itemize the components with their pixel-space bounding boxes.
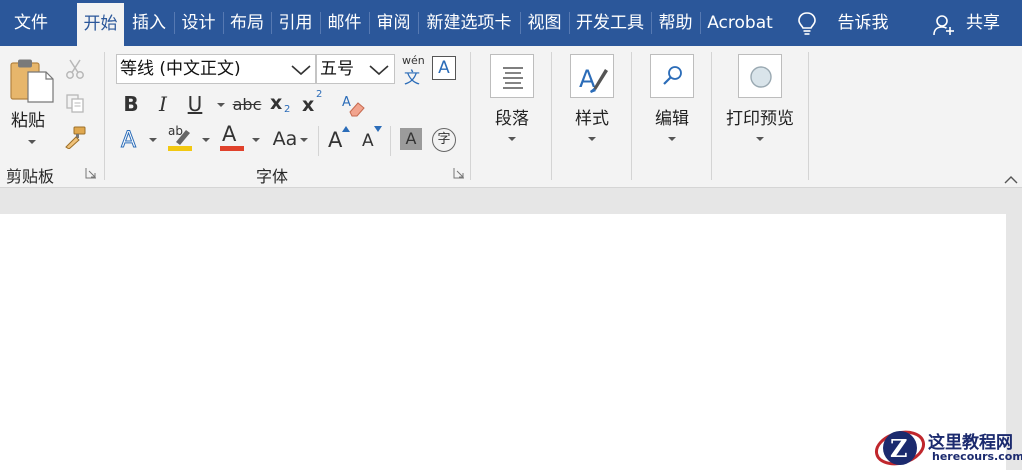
watermark-logo: Z 这里教程网 herecours.com <box>872 424 1022 470</box>
ribbon: 粘贴 剪贴板 等线 (中文正文) 五号 wén 文 A B I U abc x … <box>0 46 1022 188</box>
phonetic-guide-button[interactable]: wén 文 <box>400 54 428 87</box>
clipboard-dialog-launcher-icon[interactable] <box>84 166 98 180</box>
watermark-url: herecours.com <box>932 450 1022 463</box>
grow-font-button[interactable]: A <box>326 126 352 154</box>
tab-mailings[interactable]: 邮件 <box>321 0 368 46</box>
character-border-button[interactable]: A <box>432 56 456 80</box>
lightbulb-icon[interactable] <box>796 11 818 41</box>
copy-icon[interactable] <box>62 90 88 116</box>
share-button[interactable]: 共享 <box>960 0 1006 46</box>
underline-dropdown-arrow[interactable] <box>217 103 225 107</box>
caret-down-icon <box>374 126 382 132</box>
tab-review[interactable]: 审阅 <box>370 0 417 46</box>
group-separator <box>104 52 105 180</box>
tab-acrobat[interactable]: Acrobat <box>701 0 779 46</box>
enclose-characters-button[interactable]: 字 <box>432 128 456 152</box>
grow-font-letter: A <box>328 128 343 152</box>
document-page[interactable] <box>0 214 1006 470</box>
underline-button[interactable]: U <box>182 91 208 117</box>
font-color-dropdown-arrow[interactable] <box>252 138 260 142</box>
svg-text:A: A <box>342 95 351 110</box>
editing-dropdown-arrow[interactable] <box>668 137 676 141</box>
phonetic-char: 文 <box>404 68 421 87</box>
superscript-button[interactable]: x 2 <box>302 89 326 118</box>
styles-button[interactable]: 样式 <box>562 104 622 129</box>
group-separator <box>470 52 471 180</box>
group-separator <box>808 52 809 180</box>
clear-formatting-eraser-icon[interactable]: A <box>340 92 366 118</box>
text-effects-icon[interactable]: A <box>118 126 144 153</box>
svg-text:A: A <box>121 128 136 152</box>
editing-button[interactable]: 编辑 <box>642 104 702 129</box>
highlight-dropdown-arrow[interactable] <box>202 138 210 142</box>
tab-layout[interactable]: 布局 <box>224 0 270 46</box>
tell-me-search[interactable]: 告诉我 <box>830 0 896 46</box>
collapse-ribbon-icon[interactable] <box>1004 170 1018 189</box>
clipboard-group-label: 剪贴板 <box>6 167 55 186</box>
editing-search-icon[interactable] <box>650 54 694 98</box>
font-name-value: 等线 (中文正文) <box>120 59 241 79</box>
subscript-mark: 2 <box>284 104 291 115</box>
caret-up-icon <box>342 126 350 132</box>
tab-view[interactable]: 视图 <box>521 0 568 46</box>
group-separator <box>631 52 632 180</box>
paragraph-button[interactable]: 段落 <box>482 104 542 129</box>
print-preview-icon[interactable] <box>738 54 782 98</box>
font-group-label: 字体 <box>256 167 289 186</box>
tab-help[interactable]: 帮助 <box>652 0 699 46</box>
chevron-down-icon[interactable] <box>290 62 312 81</box>
group-separator <box>711 52 712 180</box>
separator <box>318 126 319 156</box>
document-canvas <box>0 214 1022 470</box>
watermark-letter: Z <box>890 434 908 463</box>
ruler-band <box>0 188 1022 214</box>
italic-button[interactable]: I <box>150 91 176 117</box>
tab-file[interactable]: 文件 <box>0 0 62 46</box>
text-effects-dropdown-arrow[interactable] <box>149 138 157 142</box>
chevron-down-icon[interactable] <box>368 62 390 81</box>
tab-insert[interactable]: 插入 <box>126 0 172 46</box>
watermark-emblem: Z <box>874 430 926 466</box>
font-name-combobox[interactable]: 等线 (中文正文) <box>116 54 316 84</box>
change-case-dropdown-arrow[interactable] <box>300 138 308 142</box>
print-preview-button[interactable]: 打印预览 <box>722 104 798 129</box>
highlighter-pen-icon <box>176 130 190 145</box>
font-color-swatch <box>220 146 244 151</box>
format-painter-icon[interactable] <box>62 124 88 150</box>
change-case-button[interactable]: Aa <box>270 126 300 152</box>
tab-developer[interactable]: 开发工具 <box>570 0 650 46</box>
paste-dropdown-arrow[interactable] <box>28 140 36 144</box>
print-preview-dropdown-arrow[interactable] <box>756 137 764 141</box>
highlight-color-swatch <box>168 146 192 151</box>
tab-home[interactable]: 开始 <box>77 3 124 46</box>
separator <box>390 126 391 156</box>
group-separator <box>551 52 552 180</box>
superscript-base: x <box>302 94 315 116</box>
paste-icon[interactable] <box>8 58 56 104</box>
ribbon-tab-bar: 文件 开始 插入 设计 布局 引用 邮件 审阅 新建选项卡 视图 开发工具 帮助… <box>0 0 1022 46</box>
subscript-base: x <box>270 92 283 114</box>
font-size-value: 五号 <box>320 59 354 79</box>
paragraph-lines-icon[interactable] <box>490 54 534 98</box>
tab-design[interactable]: 设计 <box>175 0 222 46</box>
strikethrough-button[interactable]: abc <box>233 91 262 117</box>
tab-new-tab[interactable]: 新建选项卡 <box>419 0 519 46</box>
paragraph-dropdown-arrow[interactable] <box>508 137 516 141</box>
shrink-font-letter: A <box>362 131 374 151</box>
font-dialog-launcher-icon[interactable] <box>452 166 466 180</box>
tab-references[interactable]: 引用 <box>272 0 319 46</box>
subscript-button[interactable]: x 2 <box>270 92 294 118</box>
font-color-button[interactable]: A <box>218 122 246 152</box>
character-shading-button[interactable]: A <box>400 128 422 150</box>
styles-dropdown-arrow[interactable] <box>588 137 596 141</box>
superscript-mark: 2 <box>316 89 323 100</box>
bold-button[interactable]: B <box>118 91 144 117</box>
styles-brush-icon[interactable]: A <box>570 54 614 98</box>
share-person-icon[interactable] <box>932 13 956 41</box>
highlight-color-button[interactable]: ab <box>166 124 194 152</box>
paste-button[interactable]: 粘贴 <box>8 106 48 131</box>
cut-scissors-icon[interactable] <box>62 56 88 82</box>
shrink-font-button[interactable]: A <box>360 126 386 154</box>
font-color-letter: A <box>222 122 237 146</box>
